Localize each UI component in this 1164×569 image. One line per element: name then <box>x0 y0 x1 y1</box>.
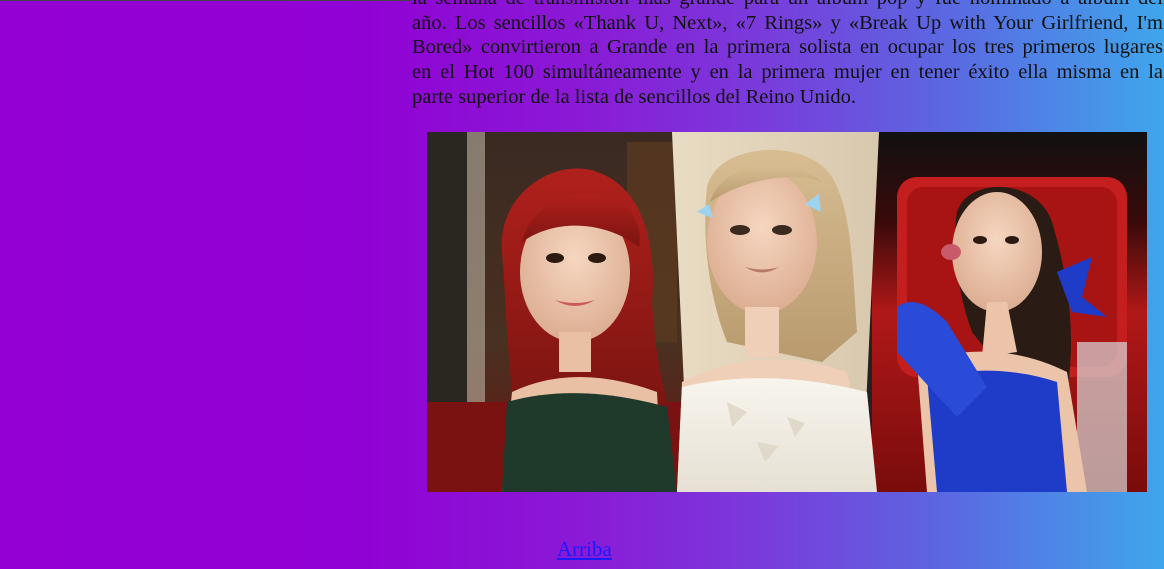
article-paragraph: la semana de transmisión más grande para… <box>412 0 1163 109</box>
paragraph-line: Bored» convirtieron a Grande en la prime… <box>412 36 1163 59</box>
article-photo-collage <box>427 132 1147 492</box>
paragraph-line: año. Los sencillos «Thank U, Next», «7 R… <box>412 11 1163 34</box>
paragraph-line: en el Hot 100 simultáneamente y en la pr… <box>412 61 1163 84</box>
top-divider <box>0 0 412 1</box>
paragraph-line: parte superior de la lista de sencillos … <box>412 85 857 108</box>
back-to-top-link[interactable]: Arriba <box>557 537 612 562</box>
paragraph-line: la semana de transmisión más grande para… <box>412 0 1163 11</box>
